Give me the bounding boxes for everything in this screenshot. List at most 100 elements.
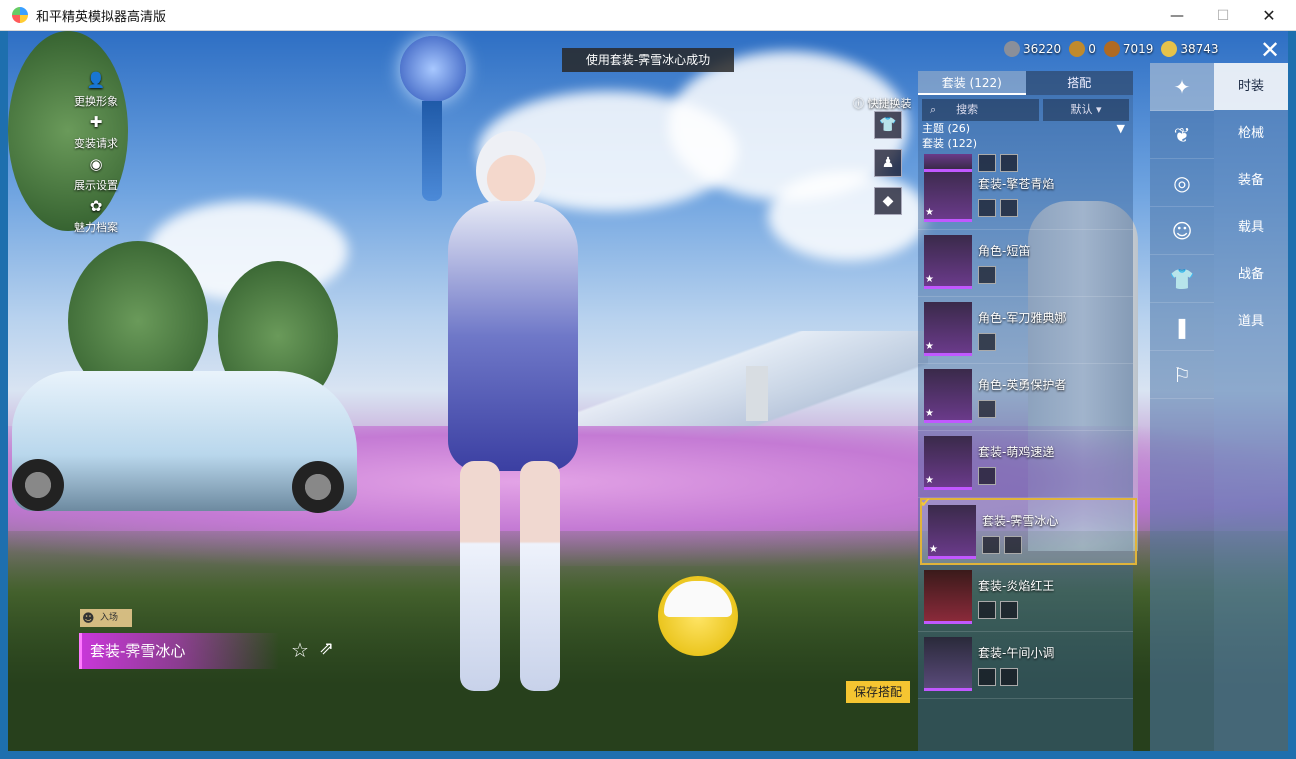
hud-dress-request[interactable]: ✚ 变装请求: [70, 111, 122, 151]
search-input[interactable]: ⌕ 搜索: [922, 99, 1039, 121]
list-item[interactable]: ★ 角色-军刀雅典娜: [918, 297, 1133, 364]
category-icon-bar: ✦ ❦ ◎ ☺ 👕 ❚ ⚐: [1150, 63, 1214, 751]
windmill: [746, 366, 768, 421]
puzzle-icon: ✚: [89, 113, 103, 131]
currency-bar: 36220 0 7019 38743: [1004, 41, 1219, 57]
category-items[interactable]: 道具: [1214, 298, 1288, 345]
bronze-coin-icon: [1103, 41, 1120, 57]
car-wheel: [12, 459, 64, 511]
outfit-piece-icon: [978, 154, 996, 172]
character-leg: [460, 461, 500, 691]
search-row: ⌕ 搜索 默认 ▾: [922, 99, 1129, 121]
hud-change-appearance[interactable]: 👤 更换形象: [70, 69, 122, 109]
category-glasses-icon[interactable]: ◎: [1150, 159, 1214, 207]
silver-coin-icon: [1004, 41, 1020, 57]
token-coin-icon: [1069, 41, 1086, 57]
character-icon: ♟: [881, 155, 895, 171]
person-icon: 👤: [86, 71, 106, 89]
car-wheel: [292, 461, 344, 513]
list-item[interactable]: 套装-炎焰红王: [918, 565, 1133, 632]
star-icon: ★: [925, 274, 934, 285]
outfit-thumbnail: ★: [924, 168, 972, 222]
tab-combos[interactable]: 搭配: [1025, 71, 1133, 95]
outfit-piece-icon: [1000, 601, 1018, 619]
list-item-selected[interactable]: ✔ ★ 套装-霁雪冰心: [920, 496, 1137, 565]
category-vehicles[interactable]: 载具: [1214, 204, 1288, 251]
outfit-thumbnail: ★: [924, 369, 972, 423]
list-item[interactable]: ★ 角色-短笛: [918, 230, 1133, 297]
filter-outfit[interactable]: 套装 (122): [918, 136, 1133, 151]
minimize-button[interactable]: —: [1154, 0, 1200, 31]
current-outfit-name: 套装-霁雪冰心: [79, 633, 279, 669]
sort-dropdown[interactable]: 默认 ▾: [1043, 99, 1129, 121]
favorite-star-icon[interactable]: ☆: [291, 638, 309, 662]
outfit-piece-icon: [978, 400, 996, 418]
outfit-thumbnail: [924, 570, 972, 624]
list-item-partial[interactable]: [918, 154, 1133, 176]
category-combat[interactable]: 战备: [1214, 251, 1288, 298]
category-fashion[interactable]: 时装: [1214, 63, 1288, 110]
flame-icon: ✿: [89, 197, 103, 215]
outfit-thumbnail: ★: [924, 235, 972, 289]
outfit-thumbnail: ★: [924, 302, 972, 356]
eye-icon: ◉: [89, 155, 103, 173]
currency-bronze: 7019: [1103, 41, 1153, 57]
outfit-thumbnail: ★: [928, 505, 976, 559]
hud-charm-profile[interactable]: ✿ 魅力档案: [70, 195, 122, 235]
list-item[interactable]: ★ 套装-萌鸡速递: [918, 431, 1133, 498]
outfit-thumbnail: ★: [924, 436, 972, 490]
currency-silver: 36220: [1004, 41, 1061, 57]
outfit-piece-icon: [1000, 668, 1018, 686]
category-hair-icon[interactable]: ❦: [1150, 111, 1214, 159]
quick-switch-label[interactable]: ⓘ 快捷换装: [853, 95, 912, 111]
list-item[interactable]: 套装-午间小调: [918, 632, 1133, 699]
save-outfit-button[interactable]: 保存搭配: [846, 681, 910, 703]
maximize-button[interactable]: ☐: [1200, 0, 1246, 31]
category-face-icon[interactable]: ☺: [1150, 207, 1214, 255]
category-fashion-icon[interactable]: ✦: [1150, 63, 1214, 111]
star-icon: ★: [925, 341, 934, 352]
list-item[interactable]: ★ 角色-英勇保护者: [918, 364, 1133, 431]
helmet-icon: ◆: [882, 193, 894, 209]
character-leg: [520, 461, 560, 691]
search-icon: ⌕: [930, 103, 937, 116]
category-pants-icon[interactable]: ❚: [1150, 303, 1214, 351]
currency-gold: 38743: [1161, 41, 1219, 57]
window-title: 和平精英模拟器高清版: [36, 9, 167, 25]
quick-slot-1[interactable]: 👕: [874, 111, 902, 139]
category-weapons[interactable]: 枪械: [1214, 110, 1288, 157]
cloud: [768, 171, 928, 261]
share-icon[interactable]: ⇗: [319, 638, 334, 659]
outfit-piece-icon: [982, 536, 1000, 554]
close-window-button[interactable]: ✕: [1246, 0, 1292, 31]
dropdown-arrow-icon: ▼: [1116, 122, 1125, 135]
outfit-piece-icon: [978, 467, 996, 485]
app-icon: [12, 7, 28, 23]
outfit-list: ★ 套装-擎苍青焰 ★ 角色-短笛 ★ 角色-军刀雅典娜 ★ 角色-英勇保护者: [918, 163, 1137, 699]
category-text-bar: 时装 枪械 装备 载具 战备 道具: [1214, 63, 1288, 751]
ice-orb: [400, 36, 466, 102]
quick-slot-2[interactable]: ♟: [874, 149, 902, 177]
outfit-piece-icon: [978, 333, 996, 351]
window-titlebar: 和平精英模拟器高清版 — ☐ ✕: [0, 0, 1296, 31]
category-top-icon[interactable]: 👕: [1150, 255, 1214, 303]
player-character: [408, 101, 648, 691]
category-equipment[interactable]: 装备: [1214, 157, 1288, 204]
close-icon[interactable]: ✕: [1258, 38, 1282, 63]
outfit-piece-icon: [1000, 199, 1018, 217]
quick-slot-3[interactable]: ◆: [874, 187, 902, 215]
star-icon: ★: [925, 408, 934, 419]
panel-tabs: 套装 (122) 搭配: [918, 71, 1133, 95]
star-icon: ★: [925, 207, 934, 218]
hud-display-settings[interactable]: ◉ 展示设置: [70, 153, 122, 193]
filter-theme[interactable]: 主题 (26) ▼: [918, 121, 1133, 136]
enter-badge[interactable]: ☻ 入场: [80, 609, 132, 627]
outfit-piece-icon: [978, 266, 996, 284]
category-shoes-icon[interactable]: ⚐: [1150, 351, 1214, 399]
outfit-piece-icon: [978, 668, 996, 686]
character-head: [476, 131, 546, 211]
tab-outfits[interactable]: 套装 (122): [918, 71, 1026, 95]
outfit-piece-icon: [1000, 154, 1018, 172]
outfit-piece-icon: [1004, 536, 1022, 554]
success-toast: 使用套装-霁雪冰心成功: [562, 48, 734, 72]
